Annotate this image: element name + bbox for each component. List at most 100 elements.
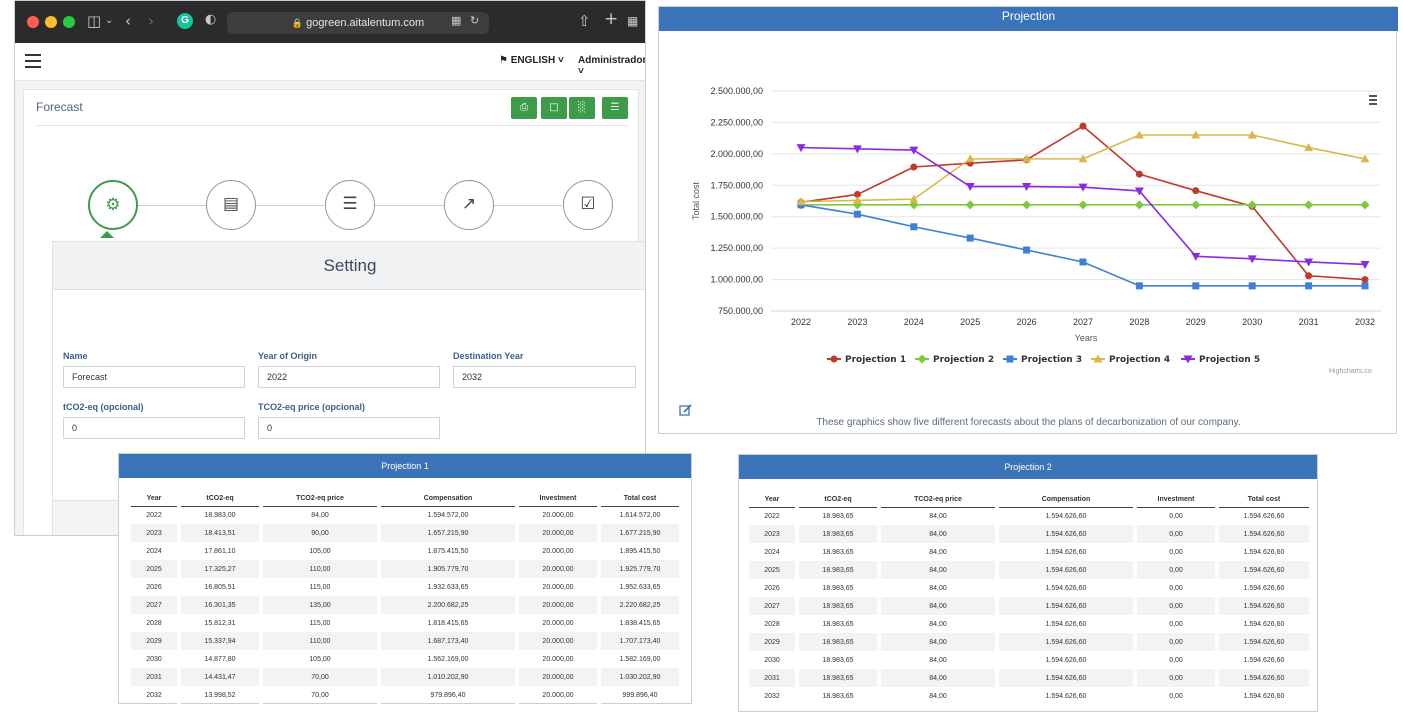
legend-item[interactable]: Projection 2	[933, 355, 994, 365]
zoom-window-button[interactable]	[63, 16, 75, 28]
chart-menu-icon[interactable]	[1369, 103, 1377, 105]
table-cell: 1.594.626,60	[1045, 584, 1087, 592]
data-point[interactable]	[910, 163, 918, 171]
data-point[interactable]	[830, 355, 838, 363]
tco2-price-input[interactable]: 0	[258, 417, 440, 439]
data-point[interactable]	[1192, 187, 1200, 195]
name-input[interactable]: Forecast	[63, 366, 245, 388]
data-point[interactable]	[1304, 200, 1314, 210]
reload-icon[interactable]: ↻	[470, 14, 479, 27]
data-point[interactable]	[1135, 282, 1143, 290]
column-header[interactable]: Investment	[519, 492, 597, 507]
table-cell: 20.000,00	[519, 668, 597, 686]
legend-item[interactable]: Projection 5	[1199, 355, 1260, 365]
step-setting[interactable]: ⚙	[88, 180, 138, 230]
data-point[interactable]	[1135, 170, 1143, 178]
data-point[interactable]	[1006, 355, 1014, 363]
data-point[interactable]	[966, 234, 974, 242]
close-window-button[interactable]	[27, 16, 39, 28]
column-header[interactable]: Total cost	[1219, 493, 1309, 508]
x-axis-title: Years	[1075, 333, 1098, 343]
legend-item[interactable]: Projection 3	[1021, 355, 1082, 365]
tab-overview-icon[interactable]: ▦	[627, 14, 638, 28]
x-tick-label: 2028	[1129, 317, 1149, 327]
column-header[interactable]: Year	[749, 493, 795, 508]
data-point[interactable]	[1361, 282, 1369, 290]
data-point[interactable]	[1305, 272, 1313, 280]
step-confirm[interactable]: ☑	[563, 180, 613, 230]
data-point[interactable]	[1247, 200, 1257, 210]
legend-item[interactable]: Projection 4	[1109, 355, 1170, 365]
print-button[interactable]: ⎙	[511, 97, 537, 119]
column-header[interactable]: Year	[131, 492, 177, 507]
table-cell: 84,00	[929, 548, 947, 556]
highcharts-credit[interactable]: Highcharts.co	[1329, 368, 1372, 375]
table-row: 2022 18.983,65 84,00 1.594.626,60 0,00 1.594.…	[749, 507, 1309, 525]
step-parameters[interactable]: ☰	[325, 180, 375, 230]
data-point[interactable]	[1305, 282, 1313, 290]
origin-year-input[interactable]: 2022	[258, 366, 440, 388]
data-point[interactable]	[1023, 246, 1031, 254]
data-point[interactable]	[910, 223, 918, 231]
user-menu[interactable]: Administrador ˅	[578, 55, 646, 77]
sidebar-toggle-icon[interactable]: ◫	[87, 12, 101, 30]
table-cell: 0,00	[1137, 525, 1215, 543]
export-file-button[interactable]: □	[541, 97, 567, 119]
data-point[interactable]	[1078, 200, 1088, 210]
language-selector[interactable]: ⚑ ENGLISH ˅	[499, 55, 564, 66]
app-header: ⚑ ENGLISH ˅ Administrador ˅	[15, 43, 646, 81]
tco2-input[interactable]: 0	[63, 417, 245, 439]
data-point[interactable]	[853, 210, 861, 218]
data-point[interactable]	[1191, 200, 1201, 210]
translate-icon[interactable]: ▦	[451, 14, 461, 27]
grammarly-extension-icon[interactable]: G	[177, 13, 193, 29]
step-data[interactable]: ▤	[206, 180, 256, 230]
table-cell: 1.932.633,65	[427, 583, 469, 591]
minimize-window-button[interactable]	[45, 16, 57, 28]
forward-arrow-icon[interactable]: ›	[148, 12, 154, 30]
column-header[interactable]: Investment	[1137, 493, 1215, 508]
table-cell: 1.594.626,60	[1243, 692, 1285, 700]
address-bar[interactable]: 🔒 gogreen.aitalentum.com	[227, 12, 489, 34]
chart-menu-icon[interactable]	[1369, 99, 1377, 101]
data-point[interactable]	[1248, 282, 1256, 290]
column-header[interactable]: TCO2-eq price	[263, 492, 377, 507]
table-row: 2022 18.983,00 84,00 1.594.572,00 20.000,00 1…	[131, 506, 679, 524]
table-cell: 18.983,65	[799, 525, 877, 543]
column-header[interactable]: Compensation	[999, 493, 1133, 508]
column-header[interactable]: Compensation	[381, 492, 515, 507]
destination-year-input[interactable]: 2032	[453, 366, 636, 388]
data-point[interactable]	[1361, 276, 1369, 284]
flag-icon: ⚑	[499, 55, 508, 66]
step-chart[interactable]: ↗	[444, 180, 494, 230]
step-connector	[494, 205, 562, 206]
hamburger-menu-icon[interactable]	[25, 54, 41, 68]
divider	[36, 125, 628, 126]
chevron-down-icon[interactable]: ⌄	[105, 15, 113, 26]
data-point[interactable]	[1192, 282, 1200, 290]
chart-menu-icon[interactable]	[1369, 95, 1377, 97]
data-point[interactable]	[917, 354, 927, 364]
data-point[interactable]	[965, 200, 975, 210]
list-view-button[interactable]: ☰	[602, 97, 628, 119]
data-point[interactable]	[1360, 200, 1370, 210]
table-header-row: Year tCO2-eq TCO2-eq price Compensation Inve…	[131, 492, 679, 507]
chart-view-button[interactable]: ░	[569, 97, 595, 119]
back-arrow-icon[interactable]: ‹	[125, 12, 131, 30]
column-header[interactable]: Total cost	[601, 492, 679, 507]
shield-icon[interactable]: ◐	[205, 12, 216, 27]
table-cell: 84,00	[881, 561, 995, 579]
edit-icon[interactable]	[679, 403, 693, 417]
data-point[interactable]	[1022, 200, 1032, 210]
data-point[interactable]	[1134, 200, 1144, 210]
column-header[interactable]: tCO2-eq	[181, 492, 259, 507]
data-point[interactable]	[1079, 122, 1087, 130]
legend-item[interactable]: Projection 1	[845, 355, 906, 365]
table-cell: 1.594.626,60	[1243, 512, 1285, 520]
column-header[interactable]: TCO2-eq price	[881, 493, 995, 508]
share-icon[interactable]: ⇧	[578, 12, 591, 30]
column-header[interactable]: tCO2-eq	[799, 493, 877, 508]
user-name: Administrador	[578, 55, 646, 66]
new-tab-icon[interactable]: +	[604, 9, 618, 29]
data-point[interactable]	[1079, 258, 1087, 266]
